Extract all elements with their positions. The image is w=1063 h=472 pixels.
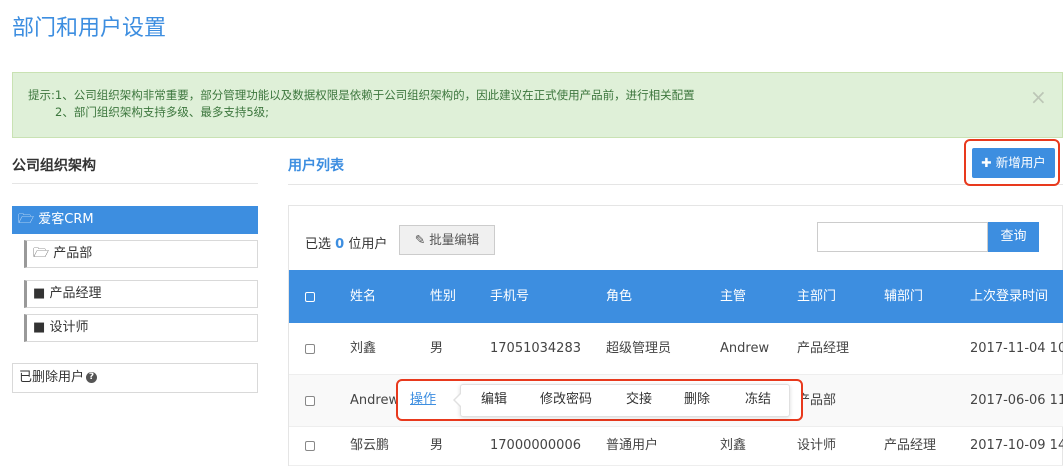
row-checkbox[interactable] xyxy=(305,441,315,451)
col-header-phone[interactable]: 手机号 xyxy=(490,270,529,323)
col-header-manager[interactable]: 主管 xyxy=(720,270,746,323)
deleted-users-label: 已删除用户 xyxy=(19,370,85,385)
table-row xyxy=(289,323,1063,375)
action-handover[interactable]: 交接 xyxy=(626,384,652,415)
cell-last-login: 2017-11-04 10 xyxy=(970,341,1063,356)
user-list-title: 用户列表 xyxy=(288,158,344,174)
table-header xyxy=(289,270,1063,323)
col-header-name[interactable]: 姓名 xyxy=(350,270,376,323)
row-checkbox[interactable] xyxy=(305,344,315,354)
col-header-role[interactable]: 角色 xyxy=(606,270,632,323)
tree-node-label: 爱客CRM xyxy=(38,212,94,227)
selected-suffix: 位用户 xyxy=(348,237,388,252)
edit-icon: ✎ xyxy=(414,232,426,247)
add-user-button[interactable]: ✚ 新增用户 xyxy=(972,148,1055,178)
folder-open-icon: 🗁 xyxy=(18,212,35,227)
folder-icon: ■ xyxy=(33,320,46,335)
action-change-password[interactable]: 修改密码 xyxy=(540,384,592,415)
folder-icon: ■ xyxy=(33,286,46,301)
cell-phone: 17051034283 xyxy=(490,341,581,356)
sidebar-title: 公司组织架构 xyxy=(12,158,96,174)
row-action-trigger[interactable]: 操作 xyxy=(410,380,436,420)
cell-main-dept: 设计师 xyxy=(797,438,837,453)
popover-arrow-inner xyxy=(455,394,461,406)
action-delete[interactable]: 删除 xyxy=(684,384,710,415)
action-edit[interactable]: 编辑 xyxy=(481,384,507,415)
cell-phone: 17000000006 xyxy=(490,438,581,453)
help-icon[interactable]: ? xyxy=(86,372,98,383)
select-all-checkbox[interactable] xyxy=(305,292,315,302)
tree-node-root[interactable]: 🗁 爱客CRM xyxy=(12,206,258,234)
tree-node-product-dept[interactable]: 🗁 产品部 xyxy=(24,240,258,268)
alert-text-line1: 提示:1、公司组织架构非常重要，部分管理功能以及数据权限是依赖于公司组织架构的，… xyxy=(28,88,695,102)
cell-name: 刘鑫 xyxy=(350,341,377,356)
table-row xyxy=(289,427,1063,466)
cell-last-login: 2017-10-09 14 xyxy=(970,438,1063,453)
tree-node-label: 设计师 xyxy=(49,320,89,335)
row-checkbox[interactable] xyxy=(305,396,315,406)
tree-node-designer[interactable]: ■ 设计师 xyxy=(24,314,258,342)
selected-prefix: 已选 xyxy=(305,237,332,252)
main-divider xyxy=(288,184,1063,185)
cell-role: 超级管理员 xyxy=(606,341,672,356)
folder-open-icon: 🗁 xyxy=(33,246,50,261)
tree-node-label: 产品部 xyxy=(53,246,93,261)
cell-manager: 刘鑫 xyxy=(720,438,747,453)
tree-node-label: 产品经理 xyxy=(49,286,102,301)
cell-role: 普通用户 xyxy=(606,438,659,453)
col-header-last-login[interactable]: 上次登录时间 xyxy=(970,270,1048,323)
cell-sub-dept: 产品经理 xyxy=(884,438,937,453)
col-header-sub-dept[interactable]: 辅部门 xyxy=(884,270,923,323)
deleted-users-item[interactable]: 已删除用户? xyxy=(12,363,258,393)
action-freeze[interactable]: 冻结 xyxy=(745,384,771,415)
selected-count: 0 xyxy=(335,237,345,252)
batch-edit-label: 批量编辑 xyxy=(429,232,480,247)
tip-alert: 提示:1、公司组织架构非常重要，部分管理功能以及数据权限是依赖于公司组织架构的，… xyxy=(12,72,1063,138)
search-button[interactable]: 查询 xyxy=(988,222,1039,252)
cell-main-dept: 产品经理 xyxy=(797,341,850,356)
plus-icon: ✚ xyxy=(981,155,992,170)
batch-edit-button[interactable]: ✎ 批量编辑 xyxy=(399,225,495,255)
page-title: 部门和用户设置 xyxy=(12,16,167,41)
selected-count-text: 已选 0 位用户 xyxy=(305,233,387,252)
close-icon[interactable]: × xyxy=(1030,87,1047,107)
col-header-gender[interactable]: 性别 xyxy=(430,270,456,323)
col-header-main-dept[interactable]: 主部门 xyxy=(797,270,836,323)
cell-manager: Andrew xyxy=(720,341,770,356)
add-user-label: 新增用户 xyxy=(995,155,1046,170)
search-input[interactable] xyxy=(817,222,988,252)
row-action-popover xyxy=(460,384,790,417)
cell-gender: 男 xyxy=(430,438,444,453)
tree-node-product-manager[interactable]: ■ 产品经理 xyxy=(24,280,258,308)
sidebar-divider xyxy=(12,183,258,184)
cell-name: 邹云鹏 xyxy=(350,438,390,453)
cell-gender: 男 xyxy=(430,341,444,356)
alert-text-line2: 2、部门组织架构支持多级、最多支持5级; xyxy=(55,105,270,119)
